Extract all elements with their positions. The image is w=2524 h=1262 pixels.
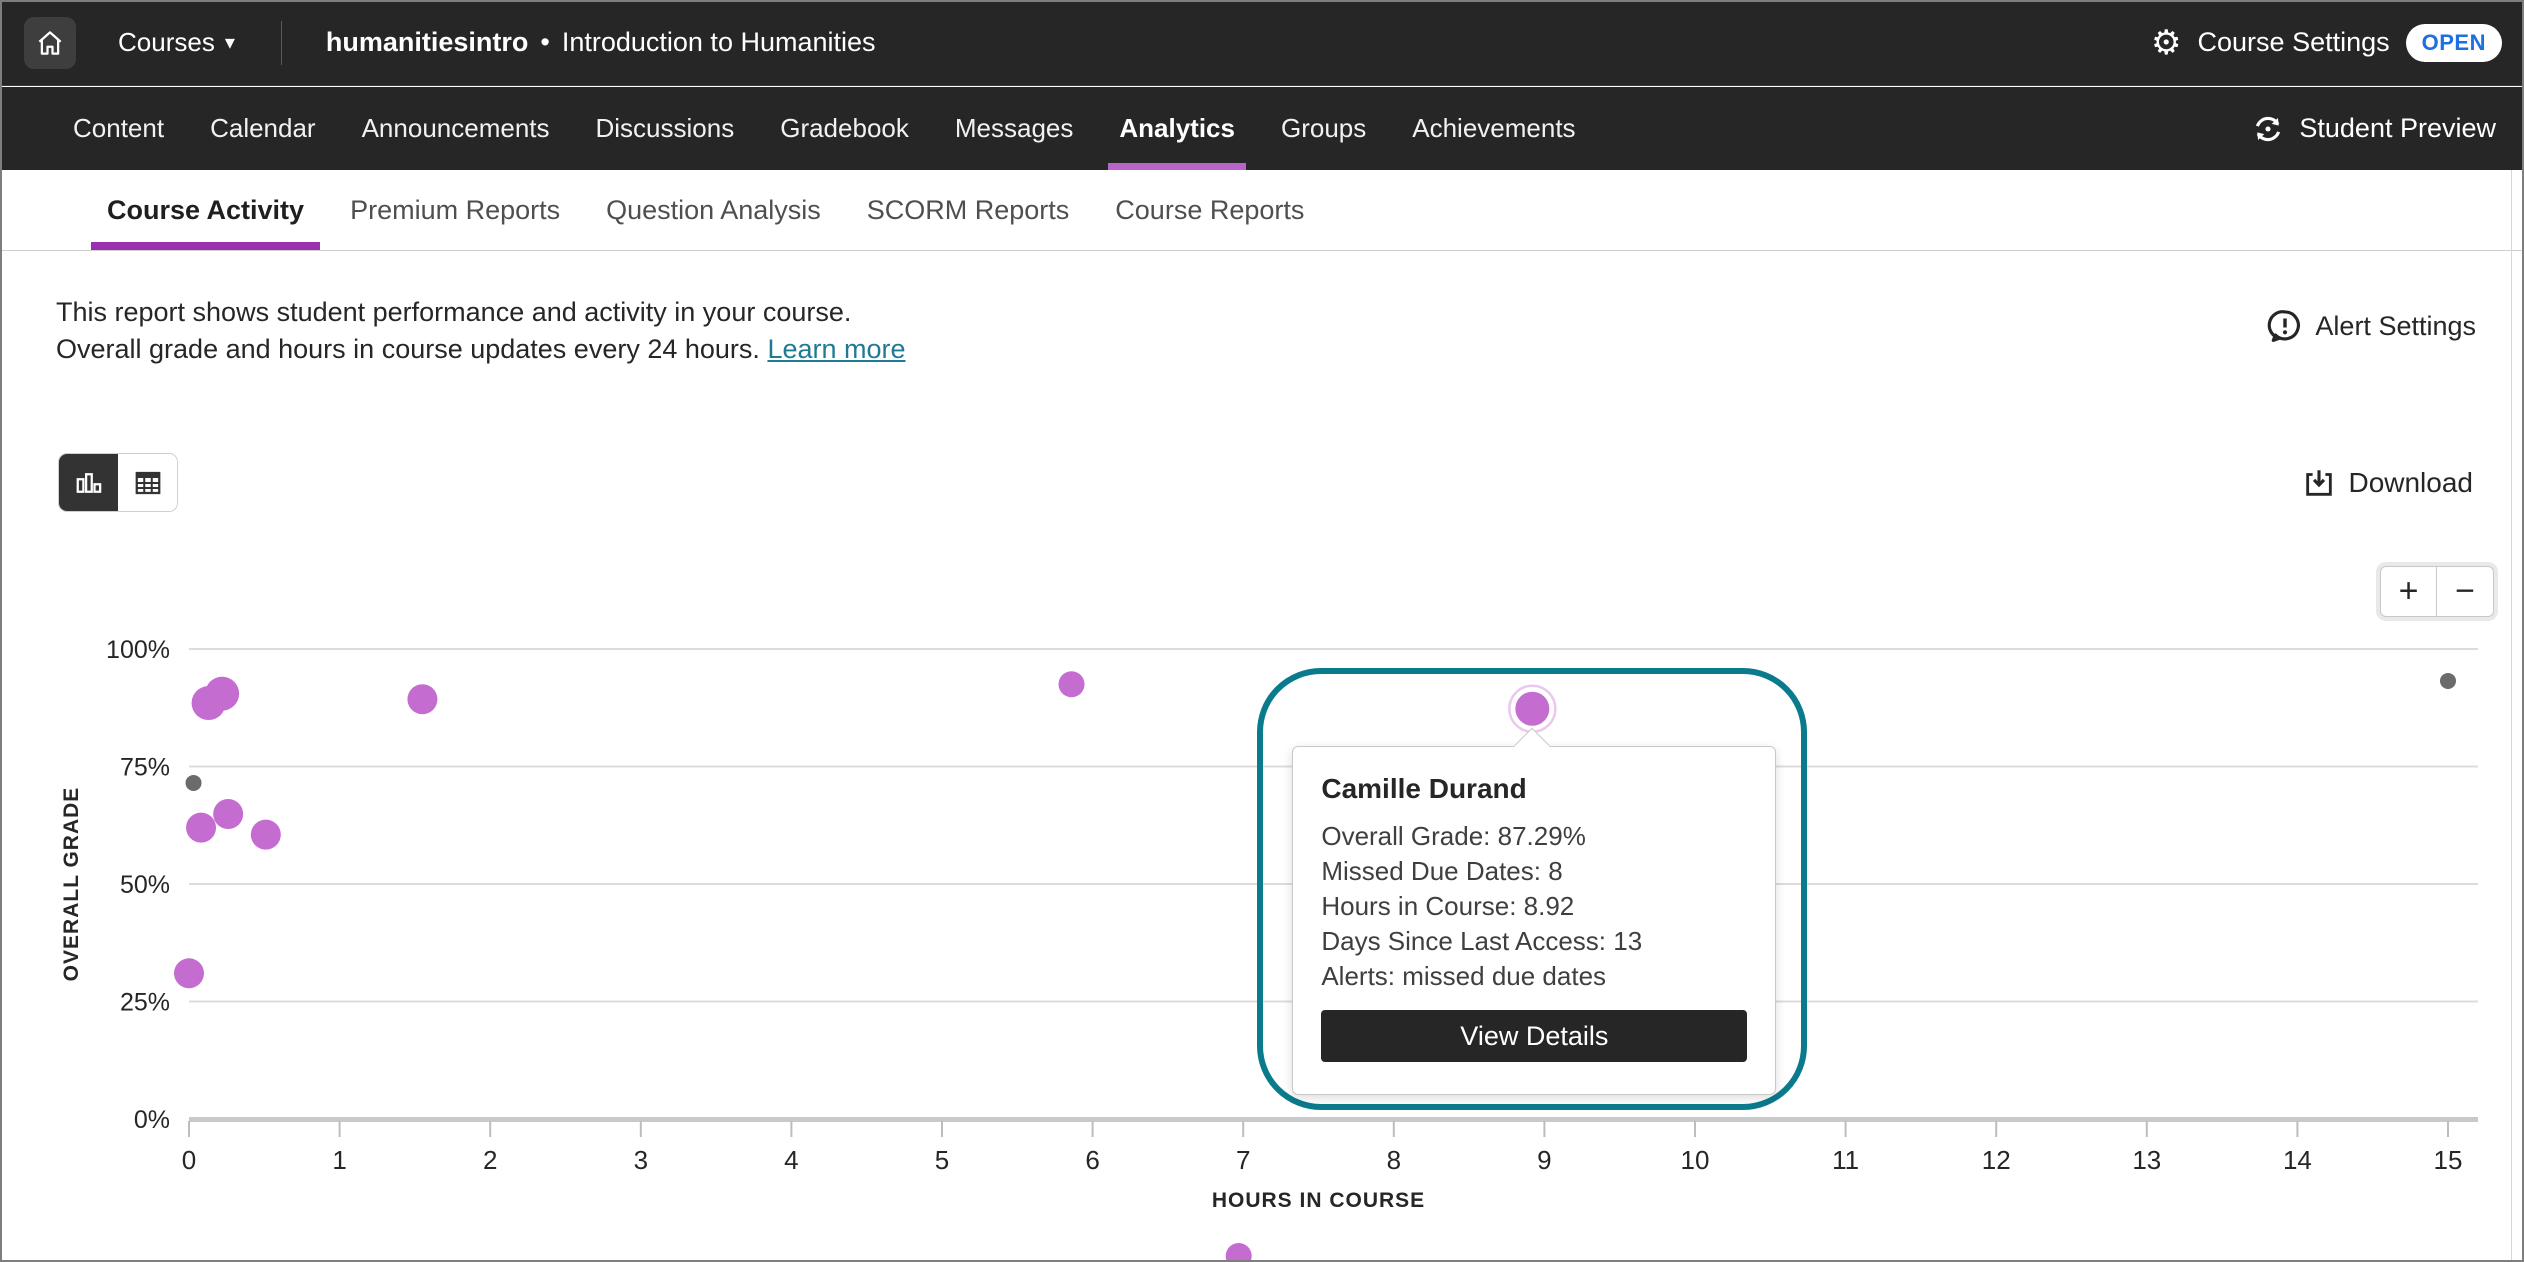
x-tick-label: 3 <box>634 1145 648 1175</box>
home-icon <box>35 28 65 58</box>
student-preview-button[interactable]: Student Preview <box>2251 112 2524 146</box>
x-tick-label: 7 <box>1236 1145 1250 1175</box>
report-description-line2: Overall grade and hours in course update… <box>56 331 906 368</box>
breadcrumb: humanitiesintro • Introduction to Humani… <box>326 27 876 58</box>
x-tick-label: 1 <box>332 1145 346 1175</box>
x-tick-label: 9 <box>1537 1145 1551 1175</box>
x-tick-label: 4 <box>784 1145 798 1175</box>
tooltip-hours-in-course: Hours in Course: 8.92 <box>1321 889 1747 924</box>
x-tick-label: 12 <box>1982 1145 2011 1175</box>
y-tick-label: 25% <box>120 989 170 1017</box>
download-button[interactable]: Download <box>2302 466 2473 500</box>
x-tick-label: 14 <box>2283 1145 2312 1175</box>
subtab-premium-reports[interactable]: Premium Reports <box>327 170 583 250</box>
table-view-button[interactable] <box>118 454 177 511</box>
data-point[interactable] <box>174 958 204 988</box>
courses-label: Courses <box>118 27 215 58</box>
data-point[interactable] <box>2440 673 2456 689</box>
tooltip-missed-due-dates: Missed Due Dates: 8 <box>1321 854 1747 889</box>
analytics-page: Courses ▾ humanitiesintro • Introduction… <box>0 0 2524 1262</box>
data-point[interactable] <box>205 677 239 711</box>
x-tick-label: 8 <box>1387 1145 1401 1175</box>
tab-announcements[interactable]: Announcements <box>339 87 573 170</box>
course-name: Introduction to Humanities <box>562 27 876 58</box>
tooltip-student-name: Camille Durand <box>1321 773 1747 805</box>
subtab-course-reports[interactable]: Course Reports <box>1092 170 1327 250</box>
student-tooltip: Camille Durand Overall Grade: 87.29% Mis… <box>1292 746 1776 1095</box>
x-tick-label: 13 <box>2132 1145 2161 1175</box>
home-button[interactable] <box>24 17 76 69</box>
y-axis-title: OVERALL GRADE <box>60 787 83 982</box>
data-point[interactable] <box>251 820 281 850</box>
alert-settings-button[interactable]: Alert Settings <box>2267 308 2476 344</box>
data-point[interactable] <box>407 684 437 714</box>
course-id: humanitiesintro <box>326 27 529 58</box>
tab-discussions[interactable]: Discussions <box>573 87 758 170</box>
divider <box>281 21 282 65</box>
scrollbar-track[interactable] <box>2511 170 2512 1262</box>
y-tick-label: 100% <box>106 636 170 664</box>
partial-data-point[interactable] <box>1226 1243 1252 1262</box>
refresh-icon <box>2251 112 2285 146</box>
tab-achievements[interactable]: Achievements <box>1389 87 1598 170</box>
alert-bubble-icon <box>2267 308 2303 344</box>
data-point[interactable] <box>213 799 243 829</box>
y-tick-label: 0% <box>134 1106 170 1134</box>
data-point[interactable] <box>186 813 216 843</box>
tooltip-days-since-access: Days Since Last Access: 13 <box>1321 924 1747 959</box>
course-settings-button[interactable]: Course Settings <box>2198 27 2390 58</box>
data-point[interactable] <box>1059 671 1085 697</box>
report-description: This report shows student performance an… <box>56 294 906 368</box>
courses-menu[interactable]: Courses ▾ <box>118 27 235 58</box>
tab-analytics[interactable]: Analytics <box>1096 87 1258 170</box>
main-nav: Content Calendar Announcements Discussio… <box>0 87 2524 170</box>
x-tick-label: 10 <box>1681 1145 1710 1175</box>
subtab-course-activity[interactable]: Course Activity <box>84 170 327 250</box>
x-tick-label: 0 <box>182 1145 196 1175</box>
tab-groups[interactable]: Groups <box>1258 87 1389 170</box>
chevron-down-icon: ▾ <box>225 30 235 55</box>
learn-more-link[interactable]: Learn more <box>767 334 905 364</box>
report-description-line1: This report shows student performance an… <box>56 294 906 331</box>
view-details-button[interactable]: View Details <box>1321 1010 1747 1062</box>
analytics-subnav: Course Activity Premium Reports Question… <box>0 170 2524 251</box>
open-status-badge[interactable]: OPEN <box>2406 24 2502 62</box>
view-toggle <box>59 454 177 511</box>
highlighted-data-point[interactable] <box>1515 692 1549 726</box>
tooltip-alerts: Alerts: missed due dates <box>1321 959 1747 994</box>
scatter-chart[interactable]: 0%25%50%75%100%0123456789101112131415HOU… <box>0 560 2524 1262</box>
subnav-tabs: Course Activity Premium Reports Question… <box>84 170 1327 250</box>
gear-icon: ⚙ <box>2151 26 2181 60</box>
x-tick-label: 11 <box>1832 1145 1859 1175</box>
y-tick-label: 75% <box>120 754 170 782</box>
subtab-scorm-reports[interactable]: SCORM Reports <box>844 170 1093 250</box>
x-tick-label: 2 <box>483 1145 497 1175</box>
chart-view-button[interactable] <box>59 454 118 511</box>
tab-content[interactable]: Content <box>50 87 187 170</box>
x-tick-label: 15 <box>2434 1145 2463 1175</box>
tab-calendar[interactable]: Calendar <box>187 87 339 170</box>
data-point[interactable] <box>186 775 202 791</box>
table-icon <box>133 468 163 498</box>
main-nav-tabs: Content Calendar Announcements Discussio… <box>50 87 1599 170</box>
subtab-question-analysis[interactable]: Question Analysis <box>583 170 844 250</box>
top-bar: Courses ▾ humanitiesintro • Introduction… <box>0 0 2524 86</box>
separator: • <box>540 27 549 58</box>
x-tick-label: 6 <box>1085 1145 1099 1175</box>
tab-messages[interactable]: Messages <box>932 87 1097 170</box>
x-axis-title: HOURS IN COURSE <box>1212 1189 1425 1212</box>
bar-chart-icon <box>74 468 104 498</box>
x-axis-line <box>189 1117 2478 1122</box>
y-tick-label: 50% <box>120 871 170 899</box>
x-tick-label: 5 <box>935 1145 949 1175</box>
tooltip-overall-grade: Overall Grade: 87.29% <box>1321 819 1747 854</box>
download-icon <box>2302 466 2336 500</box>
topbar-right: ⚙ Course Settings OPEN <box>2151 24 2524 62</box>
tab-gradebook[interactable]: Gradebook <box>757 87 932 170</box>
